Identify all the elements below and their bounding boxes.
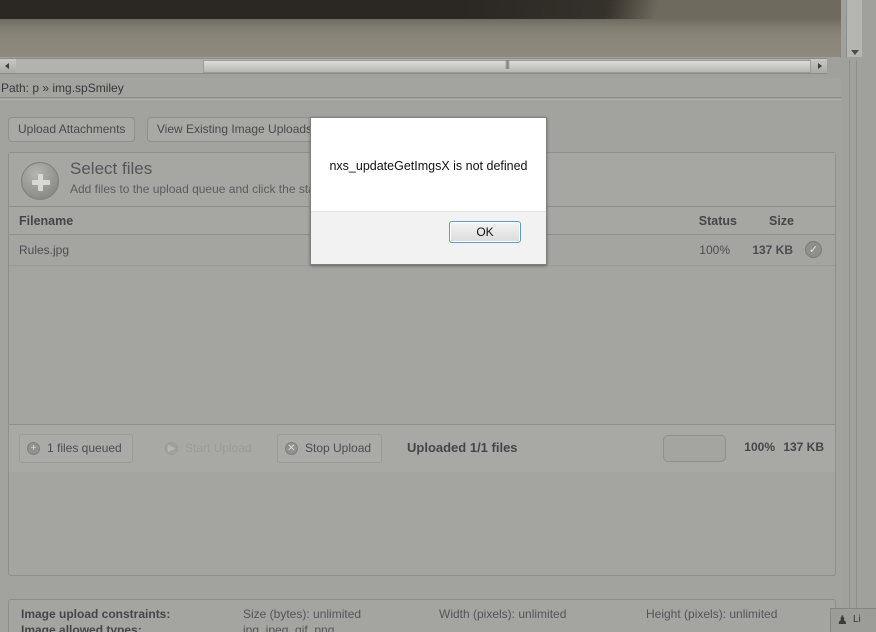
play-small-icon: ▶	[165, 442, 178, 455]
files-queued-button[interactable]: + 1 files queued	[19, 434, 133, 463]
file-size: 137 KB	[752, 243, 793, 257]
alert-footer: OK	[311, 211, 546, 264]
close-small-icon: ✕	[285, 442, 298, 455]
files-queued-label: 1 files queued	[47, 441, 122, 455]
constraint-row: Image allowed types: jpg, jpeg, gif, png	[21, 623, 835, 632]
preview-image	[0, 0, 841, 57]
queue-empty-area	[9, 266, 835, 424]
constraint-label: Image upload constraints:	[21, 607, 171, 621]
check-circle-icon: ✓	[805, 241, 822, 258]
alert-dialog: nxs_updateGetImgsX is not defined OK	[310, 117, 547, 265]
start-upload-button[interactable]: ▶ Start Upload	[157, 434, 263, 463]
progress-size-label: 137 KB	[783, 440, 824, 454]
scroll-down-arrow-icon[interactable]	[850, 50, 859, 55]
uploader-footer: + 1 files queued ▶ Start Upload ✕ Stop U…	[9, 424, 835, 472]
rail-divider	[856, 60, 857, 632]
user-icon: ♟	[837, 613, 848, 627]
plus-circle-icon[interactable]	[21, 162, 59, 200]
path-breadcrumb: Path: p » img.spSmiley	[0, 78, 841, 98]
progress-percent-label: 100%	[744, 440, 775, 454]
taskbar[interactable]: ♟ Li	[830, 608, 876, 632]
tab-upload-attachments[interactable]: Upload Attachments	[8, 117, 136, 142]
taskbar-label: Li	[853, 614, 861, 625]
column-header-filename: Filename	[19, 214, 74, 228]
select-files-title: Select files	[70, 159, 153, 178]
constraint-row: Image upload constraints: Size (bytes): …	[21, 607, 835, 623]
uploaded-count-label: Uploaded 1/1 files	[407, 440, 518, 455]
image-preview-pane	[0, 0, 841, 57]
start-upload-label: Start Upload	[185, 441, 252, 455]
upload-constraints-panel: Image upload constraints: Size (bytes): …	[8, 599, 836, 632]
progress-bar	[663, 435, 726, 462]
scroll-left-arrow-icon[interactable]	[0, 59, 16, 73]
page-right-rail	[841, 60, 876, 632]
stop-upload-label: Stop Upload	[305, 441, 372, 455]
constraint-width: Width (pixels): unlimited	[439, 607, 567, 621]
constraint-size: jpg, jpeg, gif, png	[243, 623, 335, 632]
ok-button[interactable]: OK	[449, 221, 521, 243]
column-header-status: Status	[698, 214, 737, 228]
column-header-size: Size	[768, 214, 794, 228]
constraint-label: Image allowed types:	[21, 623, 142, 632]
rail-divider	[849, 60, 850, 632]
preview-horizontal-scrollbar[interactable]	[0, 58, 827, 74]
stop-upload-button[interactable]: ✕ Stop Upload	[277, 434, 383, 463]
constraint-height: Height (pixels): unlimited	[646, 607, 778, 621]
hscroll-thumb[interactable]	[203, 60, 811, 73]
scroll-right-arrow-icon[interactable]	[811, 59, 827, 73]
tab-view-existing-image-uploads[interactable]: View Existing Image Uploads	[146, 117, 323, 142]
preview-vertical-scrollbar[interactable]	[846, 0, 862, 57]
file-status: 100%	[699, 243, 730, 257]
page-root: Path: p » img.spSmiley Upload Attachment…	[0, 0, 876, 632]
constraint-size: Size (bytes): unlimited	[243, 607, 362, 621]
plus-small-icon: +	[27, 442, 40, 455]
file-name: Rules.jpg	[19, 243, 70, 257]
alert-message: nxs_updateGetImgsX is not defined	[329, 158, 528, 173]
